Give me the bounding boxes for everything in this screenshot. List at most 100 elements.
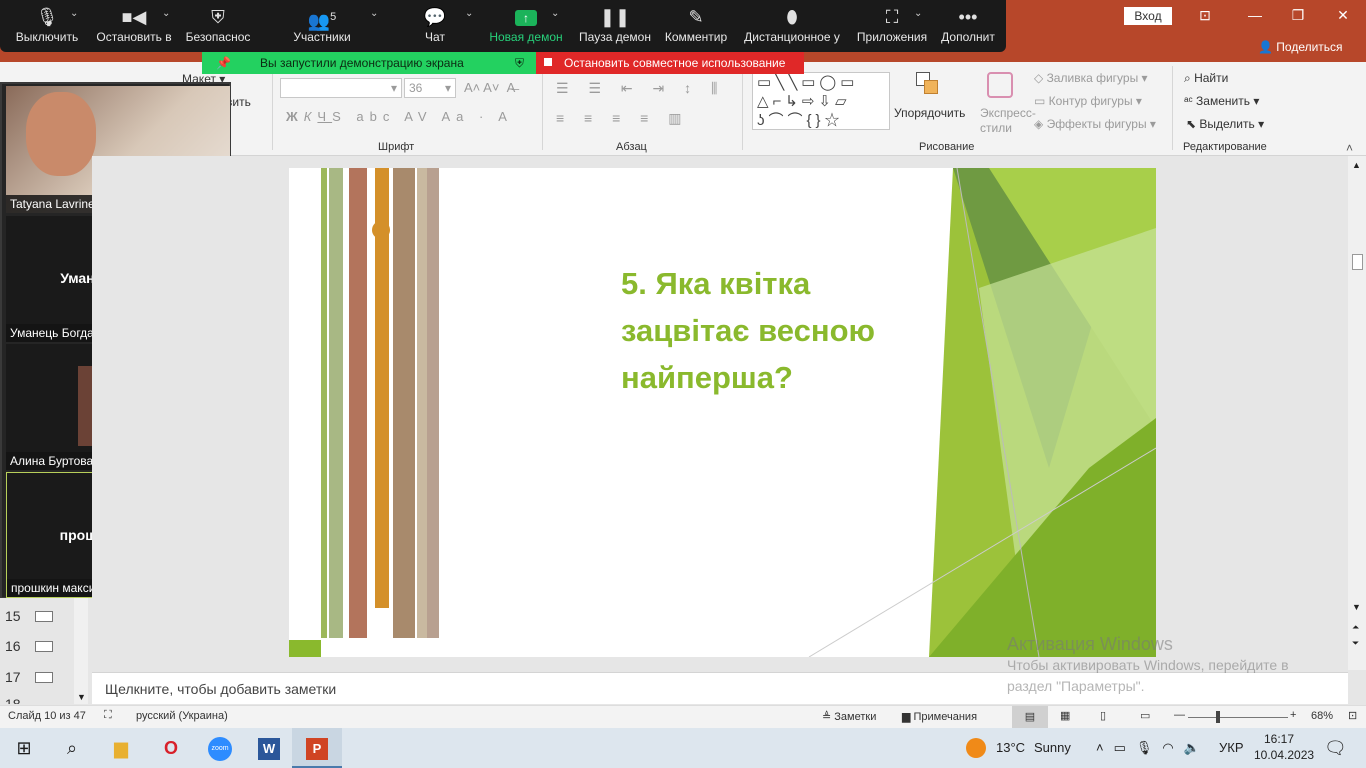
annotate-button[interactable]: ✎ Комментир (662, 0, 730, 52)
thumbnails-scrollbar[interactable]: ▼ (74, 598, 88, 704)
close-icon[interactable]: ✕ (1328, 4, 1358, 26)
slide-canvas[interactable]: 5. Яка квітка зацвітає весною найперша? (289, 168, 1156, 657)
shape-fill-button[interactable]: ◇ Заливка фигуры ▾ (1034, 71, 1148, 85)
slide-thumbnail[interactable] (35, 672, 53, 683)
pin-icon: 📌 (216, 56, 231, 70)
scroll-up-icon[interactable]: ▲ (1352, 160, 1361, 170)
font-size-select[interactable]: 36 ▾ (404, 78, 456, 98)
zoom-in-icon[interactable]: + (1290, 709, 1296, 721)
stop-share-button[interactable]: Остановить совместное использование (536, 52, 804, 74)
chat-button[interactable]: 💬 Чат (410, 0, 460, 52)
replace-button[interactable]: ᵃᶜ Заменить ▾ (1184, 94, 1259, 108)
security-button[interactable]: ⛨ Безопаснос (182, 0, 254, 52)
find-button[interactable]: ⌕ Найти (1184, 71, 1228, 86)
slide-scrollbar[interactable]: ▲ ▼ ⏶ ⏷ (1348, 156, 1366, 670)
notes-button[interactable]: ≜ Заметки (822, 710, 876, 723)
signin-button[interactable]: Вход (1124, 7, 1172, 25)
scroll-down-icon[interactable]: ▼ (1352, 602, 1361, 612)
more-button[interactable]: ••• Дополнит (936, 0, 1000, 52)
sun-icon (966, 738, 986, 758)
participants-caret[interactable]: ⌄ (370, 8, 378, 19)
windows-start-icon[interactable]: ⊞ (2, 728, 46, 768)
fit-to-window-icon[interactable]: ⊡ (1348, 709, 1357, 722)
restore-icon[interactable]: ❐ (1283, 4, 1313, 26)
align-icons[interactable]: ≡ ≡ ≡ ≡ ▥ (556, 110, 689, 127)
cursor-icon: ⬉ (1186, 117, 1200, 131)
zoom-level[interactable]: 68% (1311, 710, 1333, 722)
weather-desc[interactable]: Sunny (1034, 728, 1071, 768)
drawing-group-label: Рисование (919, 141, 975, 153)
search-icon[interactable]: ⌕ (50, 728, 94, 768)
zoom-app-icon[interactable]: zoom (198, 728, 242, 768)
zoom-out-icon[interactable]: — (1174, 709, 1185, 721)
status-bar: Слайд 10 из 47 ⛶ русский (Украина) ≜ Зам… (0, 705, 1366, 728)
sharing-status-banner: 📌 Вы запустили демонстрацию экрана ⛨ (202, 52, 536, 74)
arrange-icon (916, 72, 944, 100)
express-styles-button[interactable]: Экспресс- стили (980, 106, 1040, 136)
search-icon: ⌕ (1184, 71, 1195, 85)
normal-view-icon[interactable]: ▤ (1012, 706, 1048, 728)
comments-button[interactable]: ▆ Примечания (902, 710, 977, 723)
remote-control-button[interactable]: ⬮ Дистанционное у (742, 0, 842, 52)
chat-caret[interactable]: ⌄ (465, 8, 473, 19)
zoom-slider-thumb[interactable] (1216, 711, 1220, 723)
shape-effects-button[interactable]: ◈ Эффекты фигуры ▾ (1034, 117, 1156, 131)
shapes-gallery[interactable]: ▭╲╲▭◯▭ △⌐↳⇨⇩▱ ʖ⌒⌒{}☆ (752, 72, 890, 130)
select-button[interactable]: ⬉ Выделить ▾ (1186, 117, 1264, 131)
ribbon-display-icon[interactable]: ⊡ (1190, 4, 1220, 26)
next-slide-icon[interactable]: ⏷ (1352, 638, 1359, 649)
windows-taskbar: ⊞ ⌕ ▆ O zoom W P 13°C Sunny ˄▭🎙◠🔈 УКР 16… (0, 728, 1366, 768)
thumbnail-number: 16 (5, 638, 21, 654)
share-caret[interactable]: ⌄ (551, 8, 559, 19)
zoom-slider[interactable] (1188, 717, 1288, 718)
collapse-ribbon-icon[interactable]: ˄ (1346, 141, 1353, 155)
participant-name: Алина Буртовая (6, 452, 104, 470)
opera-icon[interactable]: O (149, 728, 193, 768)
slide-thumbnail[interactable] (35, 611, 53, 622)
activation-title: Активация Windows (1007, 634, 1173, 654)
arrange-button[interactable]: Упорядочить (894, 106, 965, 120)
pause-share-button[interactable]: ❚❚ Пауза демон (576, 0, 654, 52)
font-family-select[interactable]: ▾ (280, 78, 402, 98)
font-format-icons[interactable]: ЖКЧS abc AV Aa · A (286, 109, 513, 124)
slide-sorter-icon[interactable]: ▦ (1060, 709, 1070, 722)
word-icon[interactable]: W (247, 728, 291, 768)
paragraph-group-label: Абзац (616, 141, 647, 153)
clock[interactable]: 16:17 10.04.2023 (1254, 731, 1314, 763)
file-explorer-icon[interactable]: ▆ (99, 728, 143, 768)
shape-outline-button[interactable]: ▭ Контур фигуры ▾ (1034, 94, 1142, 108)
input-language[interactable]: УКР (1219, 728, 1244, 768)
replace-icon: ᵃᶜ (1184, 94, 1197, 108)
scrollbar-thumb[interactable] (1352, 254, 1363, 270)
video-options-caret[interactable]: ⌄ (162, 8, 170, 19)
slide-thumbnail[interactable] (35, 641, 53, 652)
pen-icon: ✎ (688, 7, 704, 27)
slide-title[interactable]: 5. Яка квітка зацвітає весною найперша? (621, 260, 941, 401)
apps-caret[interactable]: ⌄ (914, 8, 922, 19)
notifications-icon[interactable]: 🗨 (1324, 728, 1347, 768)
font-group-label: Шрифт (378, 141, 415, 153)
accessibility-icon[interactable]: ⛶ (104, 709, 112, 722)
participants-button[interactable]: 👥5 Участники (284, 0, 360, 52)
scroll-down-icon[interactable]: ▼ (77, 692, 86, 702)
list-icons[interactable]: ☰ ☰ ⇤ ⇥ ↕ ⫼ (556, 80, 725, 97)
mute-options-caret[interactable]: ⌄ (70, 8, 78, 19)
slideshow-icon[interactable]: ▭ (1140, 709, 1150, 722)
windows-activation-watermark: Активация Windows Чтобы активировать Win… (1007, 634, 1337, 697)
minimize-icon[interactable]: — (1240, 4, 1270, 26)
slide-thumbnails: 15 16 17 18 ▼ (0, 598, 92, 706)
previous-slide-icon[interactable]: ⏶ (1352, 622, 1359, 633)
share-button[interactable]: 👤 Поделиться (1258, 40, 1343, 54)
tray-icons[interactable]: ˄▭🎙◠🔈 (1096, 728, 1210, 768)
powerpoint-icon[interactable]: P (292, 728, 342, 768)
person-icon: 👤 (1258, 40, 1277, 54)
participant-video (26, 92, 96, 176)
chat-icon: 💬 (423, 7, 447, 27)
pause-icon: ❚❚ (599, 7, 631, 27)
grow-font-icon[interactable]: A˄ A˅ A̶ (464, 80, 515, 95)
language-indicator[interactable]: русский (Украина) (136, 710, 228, 722)
weather-temp[interactable]: 13°C (996, 728, 1025, 768)
reading-view-icon[interactable]: ▯ (1100, 709, 1106, 722)
thumbnail-number: 15 (5, 608, 21, 624)
editing-group-label: Редактирование (1183, 141, 1267, 153)
